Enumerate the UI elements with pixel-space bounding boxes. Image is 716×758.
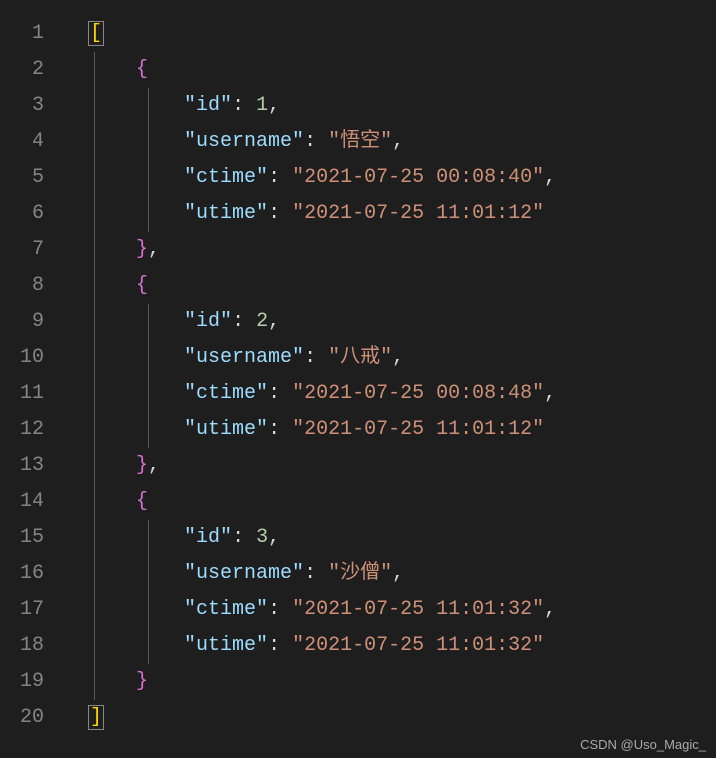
code-line: "id": 1,	[88, 88, 716, 124]
open-brace: {	[136, 58, 148, 81]
code-line: },	[88, 232, 716, 268]
code-line: "username": "沙僧",	[88, 556, 716, 592]
json-key: "id"	[184, 94, 232, 117]
line-number-gutter: 1 2 3 4 5 6 7 8 9 10 11 12 13 14 15 16 1…	[0, 0, 62, 758]
json-value-string: "沙僧"	[328, 562, 392, 585]
code-line: }	[88, 664, 716, 700]
json-key: "username"	[184, 130, 304, 153]
close-brace: }	[136, 238, 148, 261]
watermark-text: CSDN @Uso_Magic_	[580, 737, 706, 752]
code-line: "ctime": "2021-07-25 00:08:40",	[88, 160, 716, 196]
line-number: 19	[0, 664, 62, 700]
line-number: 3	[0, 88, 62, 124]
code-area[interactable]: [ { "id": 1, "username": "悟空", "ctime": …	[62, 0, 716, 758]
close-brace: }	[136, 670, 148, 693]
open-bracket: [	[88, 21, 104, 46]
open-brace: {	[136, 274, 148, 297]
line-number: 6	[0, 196, 62, 232]
line-number: 9	[0, 304, 62, 340]
json-key: "username"	[184, 346, 304, 369]
json-value-string: "2021-07-25 11:01:12"	[292, 418, 544, 441]
json-value-number: 3	[256, 526, 268, 549]
line-number: 1	[0, 16, 62, 52]
line-number: 15	[0, 520, 62, 556]
json-value-string: "八戒"	[328, 346, 392, 369]
line-number: 18	[0, 628, 62, 664]
code-line: {	[88, 484, 716, 520]
code-editor: 1 2 3 4 5 6 7 8 9 10 11 12 13 14 15 16 1…	[0, 0, 716, 758]
line-number: 13	[0, 448, 62, 484]
json-key: "utime"	[184, 202, 268, 225]
json-value-string: "2021-07-25 11:01:32"	[292, 634, 544, 657]
line-number: 7	[0, 232, 62, 268]
line-number: 17	[0, 592, 62, 628]
code-line: "utime": "2021-07-25 11:01:12"	[88, 196, 716, 232]
close-bracket: ]	[88, 705, 104, 730]
line-number: 5	[0, 160, 62, 196]
line-number: 20	[0, 700, 62, 736]
json-key: "utime"	[184, 634, 268, 657]
close-brace: }	[136, 454, 148, 477]
json-key: "username"	[184, 562, 304, 585]
code-line: ]	[88, 700, 716, 736]
code-line: {	[88, 268, 716, 304]
line-number: 11	[0, 376, 62, 412]
json-key: "ctime"	[184, 598, 268, 621]
line-number: 16	[0, 556, 62, 592]
json-value-string: "2021-07-25 00:08:48"	[292, 382, 544, 405]
json-value-string: "悟空"	[328, 130, 392, 153]
code-line: {	[88, 52, 716, 88]
code-line: "username": "悟空",	[88, 124, 716, 160]
line-number: 10	[0, 340, 62, 376]
open-brace: {	[136, 490, 148, 513]
code-line: "username": "八戒",	[88, 340, 716, 376]
code-line: "ctime": "2021-07-25 11:01:32",	[88, 592, 716, 628]
code-line: "id": 2,	[88, 304, 716, 340]
code-line: "utime": "2021-07-25 11:01:32"	[88, 628, 716, 664]
code-line: },	[88, 448, 716, 484]
line-number: 4	[0, 124, 62, 160]
json-value-number: 2	[256, 310, 268, 333]
line-number: 12	[0, 412, 62, 448]
line-number: 14	[0, 484, 62, 520]
json-key: "ctime"	[184, 382, 268, 405]
line-number: 2	[0, 52, 62, 88]
json-value-string: "2021-07-25 00:08:40"	[292, 166, 544, 189]
code-line: "utime": "2021-07-25 11:01:12"	[88, 412, 716, 448]
json-key: "id"	[184, 310, 232, 333]
code-line: "id": 3,	[88, 520, 716, 556]
json-value-string: "2021-07-25 11:01:32"	[292, 598, 544, 621]
json-key: "ctime"	[184, 166, 268, 189]
json-value-string: "2021-07-25 11:01:12"	[292, 202, 544, 225]
line-number: 8	[0, 268, 62, 304]
json-value-number: 1	[256, 94, 268, 117]
code-line: [	[88, 16, 716, 52]
code-line: "ctime": "2021-07-25 00:08:48",	[88, 376, 716, 412]
json-key: "id"	[184, 526, 232, 549]
json-key: "utime"	[184, 418, 268, 441]
